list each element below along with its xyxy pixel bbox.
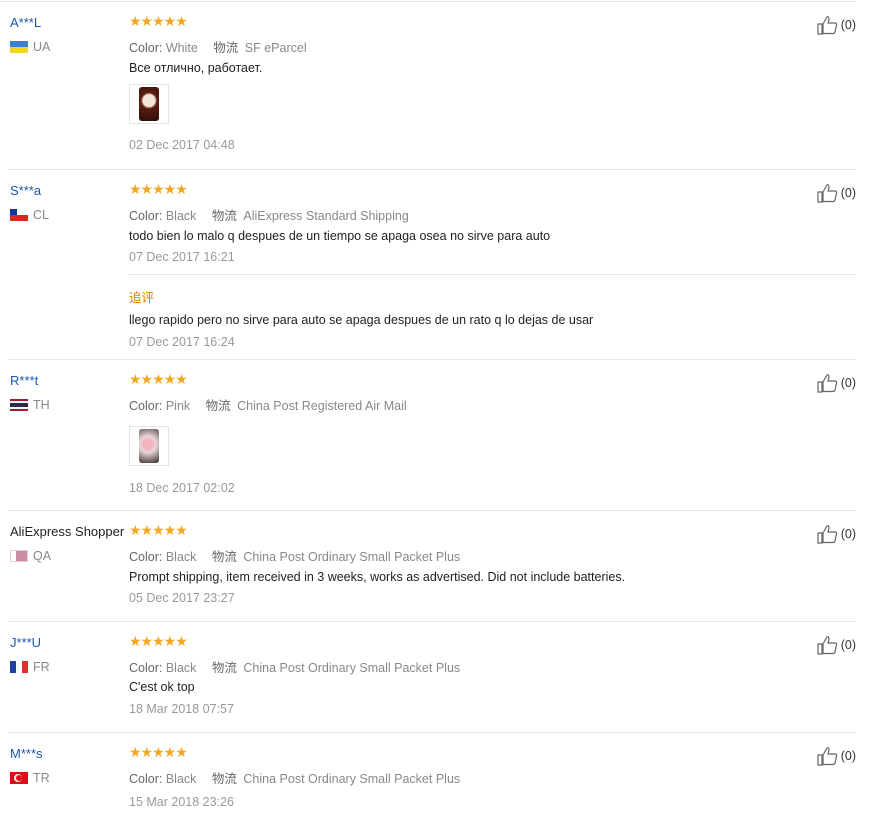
additional-review-text: llego rapido pero no sirve para auto se … (129, 313, 594, 327)
star-rating: ★★★★★ (129, 181, 188, 197)
flag-fr-icon (10, 661, 28, 673)
like-button[interactable]: (0) (817, 524, 856, 544)
review-item: S***a CL ★★★★★ Color: Black 物流 AliExpres… (0, 170, 856, 360)
review-item: R***t TH ★★★★★ Color: Pink 物流 China Post… (0, 360, 856, 511)
reviewer-name[interactable]: A***L (10, 15, 41, 30)
review-meta: Color: Black 物流 China Post Ordinary Smal… (129, 550, 461, 564)
review-meta: Color: Black 物流 AliExpress Standard Ship… (129, 209, 409, 223)
review-text: todo bien lo malo q despues de un tiempo… (129, 229, 551, 243)
review-meta: Color: Black 物流 China Post Ordinary Smal… (129, 772, 461, 786)
like-button[interactable]: (0) (817, 183, 856, 203)
review-photo-thumbnail[interactable] (129, 426, 169, 466)
star-rating: ★★★★★ (129, 744, 188, 760)
review-date: 05 Dec 2017 23:27 (129, 591, 235, 605)
additional-review-title: 追评 (129, 291, 155, 305)
thumbs-up-icon (817, 16, 837, 35)
reviewer-country: TR (10, 771, 50, 785)
reviewer-name[interactable]: S***a (10, 183, 41, 198)
like-button[interactable]: (0) (817, 635, 856, 655)
reviewer-name[interactable]: R***t (10, 373, 38, 388)
review-text: C'est ok top (129, 680, 195, 694)
flag-th-icon (10, 399, 28, 411)
star-rating: ★★★★★ (129, 371, 188, 387)
review-photo-thumbnail[interactable] (129, 84, 169, 124)
review-item: AliExpress Shopper QA ★★★★★ Color: Black… (0, 511, 856, 622)
thumbs-up-icon (817, 374, 837, 393)
flag-cl-icon (10, 209, 28, 221)
reviewer-country: FR (10, 660, 50, 674)
reviewer-country: UA (10, 40, 50, 54)
review-date: 15 Mar 2018 23:26 (129, 795, 234, 809)
additional-review-divider (129, 274, 856, 275)
review-item: J***U FR ★★★★★ Color: Black 物流 China Pos… (0, 622, 856, 733)
review-text: Prompt shipping, item received in 3 week… (129, 570, 626, 584)
flag-qa-icon (10, 550, 28, 562)
review-date: 18 Mar 2018 07:57 (129, 702, 234, 716)
flag-ua-icon (10, 41, 28, 53)
thumbs-up-icon (817, 636, 837, 655)
review-text: Все отлично, работает. (129, 61, 263, 75)
like-button[interactable]: (0) (817, 373, 856, 393)
reviewer-name[interactable]: M***s (10, 746, 43, 761)
star-rating: ★★★★★ (129, 633, 188, 649)
review-meta: Color: Pink 物流 China Post Registered Air… (129, 399, 407, 413)
reviewer-country: CL (10, 208, 49, 222)
flag-tr-icon (10, 772, 28, 784)
star-rating: ★★★★★ (129, 522, 188, 538)
like-button[interactable]: (0) (817, 746, 856, 766)
reviewer-country: TH (10, 398, 50, 412)
review-meta: Color: Black 物流 China Post Ordinary Smal… (129, 661, 461, 675)
review-item: M***s TR ★★★★★ Color: Black 物流 China Pos… (0, 733, 856, 820)
phone-photo (139, 87, 159, 121)
thumbs-up-icon (817, 525, 837, 544)
reviewer-name: AliExpress Shopper (10, 524, 125, 539)
review-meta: Color: White 物流 SF eParcel (129, 41, 307, 55)
review-date: 02 Dec 2017 04:48 (129, 138, 235, 152)
reviewer-country: QA (10, 549, 51, 563)
star-rating: ★★★★★ (129, 13, 188, 29)
phone-photo (139, 429, 159, 463)
review-date: 07 Dec 2017 16:21 (129, 250, 235, 264)
like-button[interactable]: (0) (817, 15, 856, 35)
review-item: A***L UA ★★★★★ Color: White 物流 SF eParce… (0, 0, 856, 170)
reviewer-name[interactable]: J***U (10, 635, 41, 650)
review-date: 18 Dec 2017 02:02 (129, 481, 235, 495)
thumbs-up-icon (817, 184, 837, 203)
additional-review-date: 07 Dec 2017 16:24 (129, 335, 235, 349)
thumbs-up-icon (817, 747, 837, 766)
